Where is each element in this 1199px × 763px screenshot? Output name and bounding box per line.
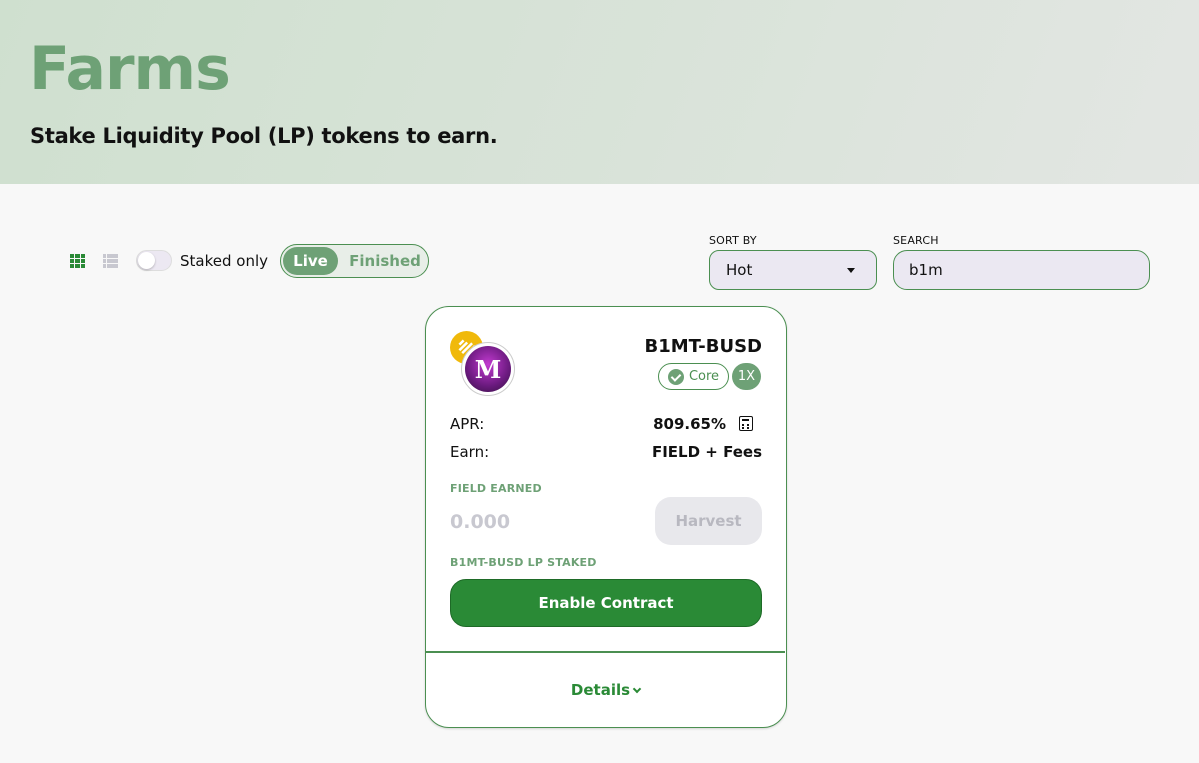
farm-pair-name: B1MT-BUSD bbox=[644, 336, 762, 357]
lp-staked-label: B1MT-BUSD LP STAKED bbox=[450, 556, 597, 569]
staked-only-label: Staked only bbox=[180, 252, 268, 270]
tab-finished[interactable]: Finished bbox=[343, 247, 427, 275]
staked-only-toggle[interactable] bbox=[136, 250, 172, 271]
field-earned-label: FIELD EARNED bbox=[450, 482, 542, 495]
apr-label: APR: bbox=[450, 415, 485, 433]
tab-live[interactable]: Live bbox=[283, 247, 338, 275]
sort-by-value: Hot bbox=[726, 261, 753, 279]
live-finished-tabs: Live Finished bbox=[280, 244, 429, 278]
harvest-button[interactable]: Harvest bbox=[655, 497, 762, 545]
core-label: Core bbox=[688, 369, 720, 384]
sort-by-select[interactable]: Hot bbox=[709, 250, 877, 290]
details-label: Details bbox=[570, 681, 631, 699]
earned-amount: 0.000 bbox=[450, 511, 511, 533]
calculator-icon[interactable] bbox=[739, 416, 753, 431]
card-divider bbox=[426, 651, 785, 653]
search-label: SEARCH bbox=[893, 234, 939, 247]
caret-down-icon bbox=[847, 268, 855, 273]
page-subtitle: Stake Liquidity Pool (LP) tokens to earn… bbox=[30, 124, 498, 148]
grid-view-icon[interactable] bbox=[70, 254, 85, 268]
sort-by-label: SORT BY bbox=[709, 234, 757, 247]
b1mt-token-icon: M bbox=[461, 342, 515, 396]
apr-value: 809.65% bbox=[653, 415, 726, 433]
earn-value: FIELD + Fees bbox=[651, 443, 762, 461]
earn-label: Earn: bbox=[450, 443, 490, 461]
multiplier-badge: 1X bbox=[732, 363, 761, 390]
page-header: Farms Stake Liquidity Pool (LP) tokens t… bbox=[0, 0, 1199, 184]
list-view-icon[interactable] bbox=[103, 254, 118, 268]
core-badge: Core bbox=[658, 363, 729, 390]
details-toggle[interactable]: Details bbox=[426, 681, 785, 699]
farm-card: M B1MT-BUSD Core 1X APR: 809.65% Earn: F… bbox=[425, 306, 787, 728]
toggle-knob bbox=[138, 252, 155, 269]
search-input[interactable] bbox=[893, 250, 1150, 290]
page-title: Farms bbox=[29, 34, 231, 104]
b1mt-logo: M bbox=[465, 346, 511, 392]
verified-check-icon bbox=[667, 368, 684, 385]
chevron-down-icon bbox=[632, 684, 642, 693]
enable-contract-button[interactable]: Enable Contract bbox=[450, 579, 762, 627]
